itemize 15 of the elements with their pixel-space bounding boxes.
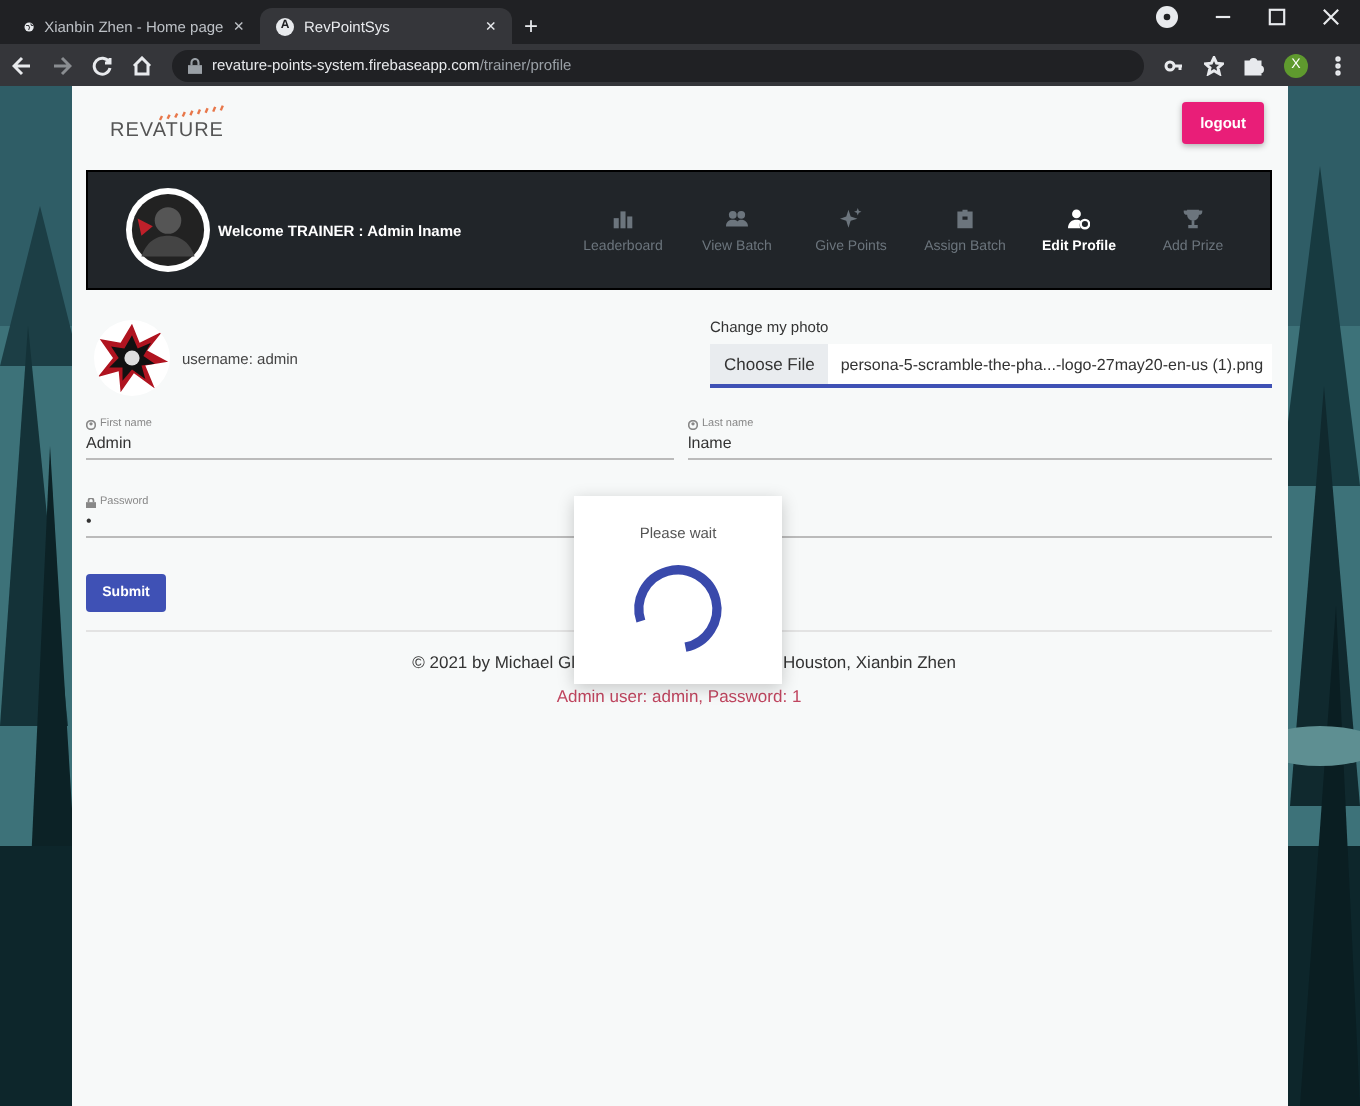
puzzle-icon[interactable] (1244, 55, 1264, 75)
media-icon[interactable] (1156, 6, 1178, 28)
lock-icon (188, 57, 202, 73)
globe-icon (24, 17, 35, 35)
close-tab-button[interactable]: × (485, 16, 496, 36)
home-icon[interactable] (132, 55, 152, 75)
maximize-icon[interactable] (1268, 8, 1286, 26)
back-icon[interactable] (12, 55, 32, 75)
key-icon[interactable] (1164, 55, 1184, 75)
star-icon[interactable] (1204, 55, 1224, 75)
close-tab-button[interactable]: × (233, 16, 244, 36)
new-tab-button[interactable]: + (524, 12, 539, 40)
close-icon[interactable] (1322, 8, 1340, 26)
forward-icon[interactable] (52, 55, 72, 75)
reload-icon[interactable] (92, 55, 112, 75)
